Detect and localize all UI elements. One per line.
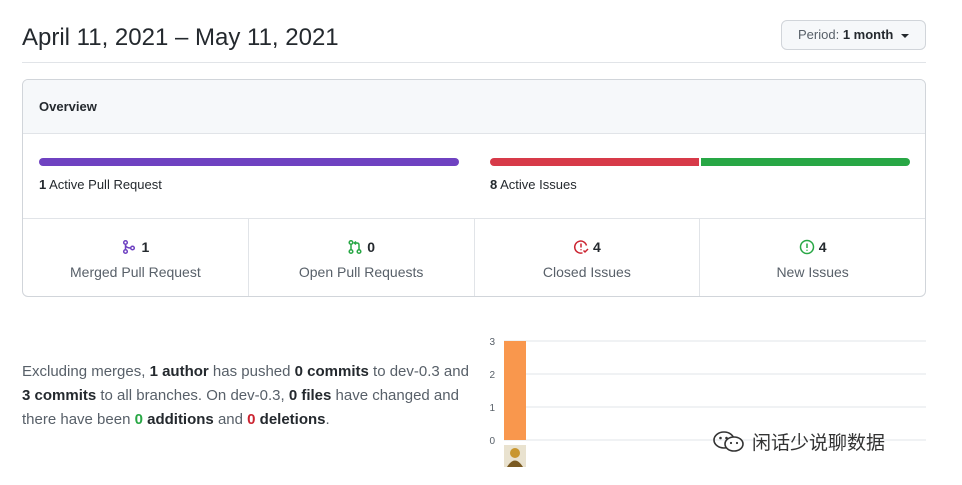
issue-opened-icon: [799, 239, 814, 255]
branch-commits-count: 0 commits: [294, 363, 369, 380]
active-issues-caption[interactable]: 8 Active Issues: [490, 177, 577, 192]
additions-count: 0 additions: [135, 411, 214, 428]
activity-bars-row: 1 Active Pull Request 8 Active Issues: [23, 134, 925, 219]
open-pull-requests-count: 0: [367, 239, 376, 255]
active-issues-label: Active Issues: [500, 177, 577, 192]
date-range-title: April 11, 2021 – May 11, 2021: [22, 24, 339, 51]
new-issues-label: New Issues: [776, 264, 849, 280]
authors-link[interactable]: 1 author: [150, 363, 209, 380]
author-avatar[interactable]: [504, 445, 526, 467]
deletions-count: 0 deletions: [247, 411, 325, 428]
y-tick-label: 3: [489, 337, 495, 348]
y-tick-label: 1: [489, 403, 495, 414]
wechat-icon: [713, 430, 744, 452]
git-merge-icon: [123, 239, 136, 255]
issue-closed-icon: [574, 240, 589, 254]
active-pull-request-caption[interactable]: 1 Active Pull Request: [39, 177, 162, 192]
caret-down-icon: [901, 33, 909, 38]
closed-issues-label: Closed Issues: [542, 264, 631, 280]
additions-number: 0: [134, 411, 143, 428]
y-tick-label: 0: [489, 436, 495, 447]
y-tick-label: 2: [489, 370, 495, 381]
stat-closed-issues[interactable]: 4 Closed Issues: [475, 219, 701, 296]
overview-box: Overview 1 Active Pull Request 8 Active …: [22, 79, 926, 297]
overview-title: Overview: [23, 80, 925, 134]
summary-text: has pushed: [208, 363, 295, 380]
additions-word: additions: [142, 411, 214, 428]
pull-request-progress-bar[interactable]: [39, 158, 459, 166]
summary-text: to dev-0.3 and: [368, 363, 469, 380]
watermark-text: 闲话少说聊数据: [752, 433, 886, 454]
merged-pull-requests-count: 1: [141, 239, 150, 255]
summary-text: and: [213, 411, 248, 428]
deletions-word: deletions: [255, 411, 326, 428]
commits-by-author-chart: 0 1 2 3: [489, 337, 926, 467]
watermark: 闲话少说聊数据: [712, 428, 885, 455]
merged-pull-requests-label: Merged Pull Request: [70, 264, 201, 280]
deletions-number: 0: [247, 411, 256, 428]
commit-bar[interactable]: [504, 341, 526, 440]
all-branches-commits-count: 3 commits: [22, 387, 97, 404]
issues-progress-bar[interactable]: [490, 158, 910, 166]
git-pull-request-icon: [348, 239, 362, 255]
page-header: April 11, 2021 – May 11, 2021 Period: 1 …: [22, 20, 926, 63]
summary-text: to all branches. On dev-0.3,: [96, 387, 289, 404]
open-pull-requests-label: Open Pull Requests: [298, 264, 424, 280]
period-dropdown-button[interactable]: Period: 1 month: [780, 20, 926, 50]
stats-row: 1 Merged Pull Request 0 Open Pull Reques…: [23, 219, 925, 296]
new-issues-count: 4: [818, 239, 827, 255]
commit-summary: Excluding merges, 1 author has pushed 0 …: [22, 360, 472, 432]
closed-issues-segment: [490, 158, 699, 166]
summary-text: .: [325, 411, 330, 428]
active-pull-request-label: Active Pull Request: [49, 177, 162, 192]
summary-text: Excluding merges,: [22, 363, 150, 380]
stat-merged-pull-requests[interactable]: 1 Merged Pull Request: [23, 219, 249, 296]
period-prefix-label: Period:: [797, 27, 840, 42]
files-changed-count: 0 files: [288, 387, 332, 404]
active-issues-count: 8: [490, 177, 498, 192]
closed-issues-count: 4: [592, 239, 601, 255]
new-issues-segment: [701, 158, 910, 166]
active-pull-request-count: 1: [39, 177, 47, 192]
stat-open-pull-requests[interactable]: 0 Open Pull Requests: [249, 219, 475, 296]
stat-new-issues[interactable]: 4 New Issues: [700, 219, 925, 296]
period-value: 1 month: [842, 27, 894, 42]
